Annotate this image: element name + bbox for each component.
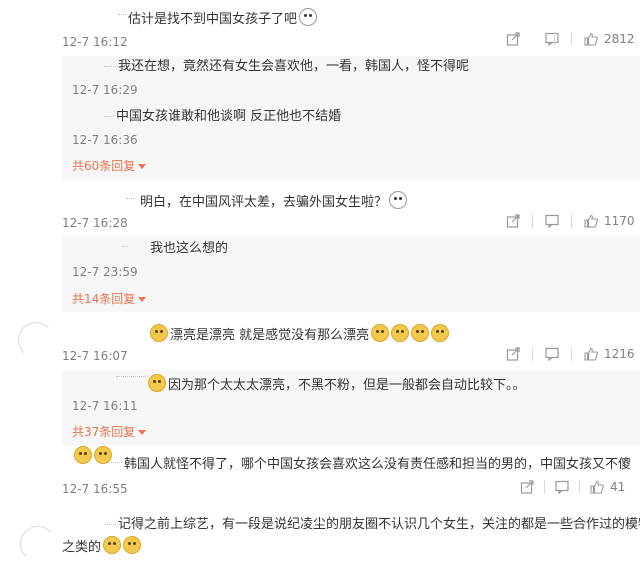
doge-emoji — [371, 324, 390, 342]
chevron-down-icon — [138, 164, 147, 169]
cropped-username[interactable] — [126, 198, 136, 211]
reply-timestamp: 12-7 16:36 — [72, 133, 138, 147]
divider — [571, 214, 572, 228]
share-icon[interactable] — [520, 480, 534, 494]
comment-icon[interactable] — [555, 480, 569, 494]
sad-face-emoji — [299, 8, 318, 26]
comment-text: 漂亮是漂亮 就是感觉没有那么漂亮 — [150, 324, 450, 345]
cropped-username[interactable] — [104, 66, 118, 79]
comment-icon[interactable] — [545, 347, 559, 361]
comment-timestamp: 12-7 16:12 — [62, 35, 128, 49]
reply-count: 共37条回复 — [72, 425, 136, 439]
comment-actions: 1170 — [506, 214, 635, 228]
thumbs-up-icon[interactable] — [590, 480, 604, 494]
cropped-username[interactable] — [116, 376, 146, 389]
comment-actions: 2812 — [506, 32, 635, 46]
reply-count: 共60条回复 — [72, 159, 136, 173]
reply-text: 我也这么想的 — [150, 241, 229, 256]
thumbs-up-icon[interactable] — [584, 347, 598, 361]
view-replies-link[interactable]: 共14条回复 — [72, 291, 147, 307]
like-count: 1216 — [604, 347, 635, 361]
share-icon[interactable] — [506, 32, 520, 46]
doge-emoji — [74, 446, 92, 464]
comment-body: 估计是找不到中国女孩子了吧 — [128, 12, 298, 27]
comment-icon[interactable] — [545, 214, 559, 228]
comment-text: 明白，在中国风评太差，去骗外国女生啦？ — [140, 191, 408, 212]
comment-actions: 1216 — [506, 347, 635, 361]
reply-body: 因为那个太太太漂亮，不黑不粉，但是一般都会自动比较下。。 — [168, 378, 526, 393]
doge-emoji — [94, 446, 112, 464]
view-replies-link[interactable]: 共60条回复 — [72, 158, 147, 174]
comment-body: 明白，在中国风评太差，去骗外国女生啦？ — [140, 195, 388, 210]
view-replies-link[interactable]: 共37条回复 — [72, 424, 147, 440]
share-icon[interactable] — [506, 347, 520, 361]
chevron-down-icon — [138, 430, 147, 435]
cropped-username[interactable] — [118, 14, 126, 27]
comment-body: 之类的 — [62, 540, 102, 555]
doge-emoji — [431, 324, 450, 342]
cropped-emoji-row — [72, 446, 112, 465]
doge-emoji — [148, 374, 166, 392]
reply-timestamp: 12-7 16:11 — [72, 399, 138, 413]
doge-emoji — [411, 324, 430, 342]
divider — [532, 347, 533, 361]
divider — [532, 214, 533, 228]
comment-icon[interactable] — [545, 32, 559, 46]
cropped-username[interactable] — [122, 246, 128, 259]
divider — [554, 32, 555, 46]
comment-timestamp: 12-7 16:28 — [62, 216, 128, 230]
thumbs-up-icon[interactable] — [584, 32, 598, 46]
reply-text: 中国女孩谁敢和他谈啊 反正他也不结婚 — [116, 109, 342, 124]
like-count: 41 — [610, 480, 626, 494]
like-count: 2812 — [604, 32, 635, 46]
avatar[interactable] — [20, 526, 56, 562]
doge-emoji — [123, 536, 142, 554]
reply-count: 共14条回复 — [72, 292, 136, 306]
like-count: 1170 — [604, 214, 635, 228]
comment-text: 估计是找不到中国女孩子了吧 — [128, 8, 318, 29]
comment-text-line2: 之类的 — [62, 536, 142, 557]
chevron-down-icon — [138, 297, 147, 302]
comment-body: 漂亮是漂亮 就是感觉没有那么漂亮 — [170, 328, 370, 343]
reply-text: 因为那个太太太漂亮，不黑不粉，但是一般都会自动比较下。。 — [148, 374, 526, 395]
divider — [571, 32, 572, 46]
avatar[interactable] — [18, 322, 54, 358]
comment-text: 记得之前上综艺，有一段是说纪凌尘的朋友圈不认识几个女生，关注的都是一些合作过的模… — [118, 517, 640, 532]
reply-timestamp: 12-7 16:29 — [72, 83, 138, 97]
divider — [571, 347, 572, 361]
comment-text: 韩国人就怪不得了，哪个中国女孩会喜欢这么没有责任感和担当的男的，中国女孩又不傻 — [124, 457, 632, 472]
reply-text: 我还在想，竟然还有女生会喜欢他，一看，韩国人，怪不得呢 — [118, 59, 470, 74]
doge-emoji — [150, 324, 168, 342]
doge-emoji — [391, 324, 410, 342]
doge-emoji — [103, 536, 122, 554]
divider — [579, 480, 580, 494]
comment-timestamp: 12-7 16:07 — [62, 349, 128, 363]
reply-timestamp: 12-7 23:59 — [72, 265, 138, 279]
share-icon[interactable] — [506, 214, 520, 228]
comment-actions: 41 — [520, 480, 625, 494]
cropped-username[interactable] — [104, 116, 114, 129]
divider — [544, 480, 545, 494]
comment-timestamp: 12-7 16:55 — [62, 482, 128, 496]
sad-face-emoji — [389, 191, 408, 209]
reply-block-bg — [62, 236, 640, 312]
thumbs-up-icon[interactable] — [584, 214, 598, 228]
